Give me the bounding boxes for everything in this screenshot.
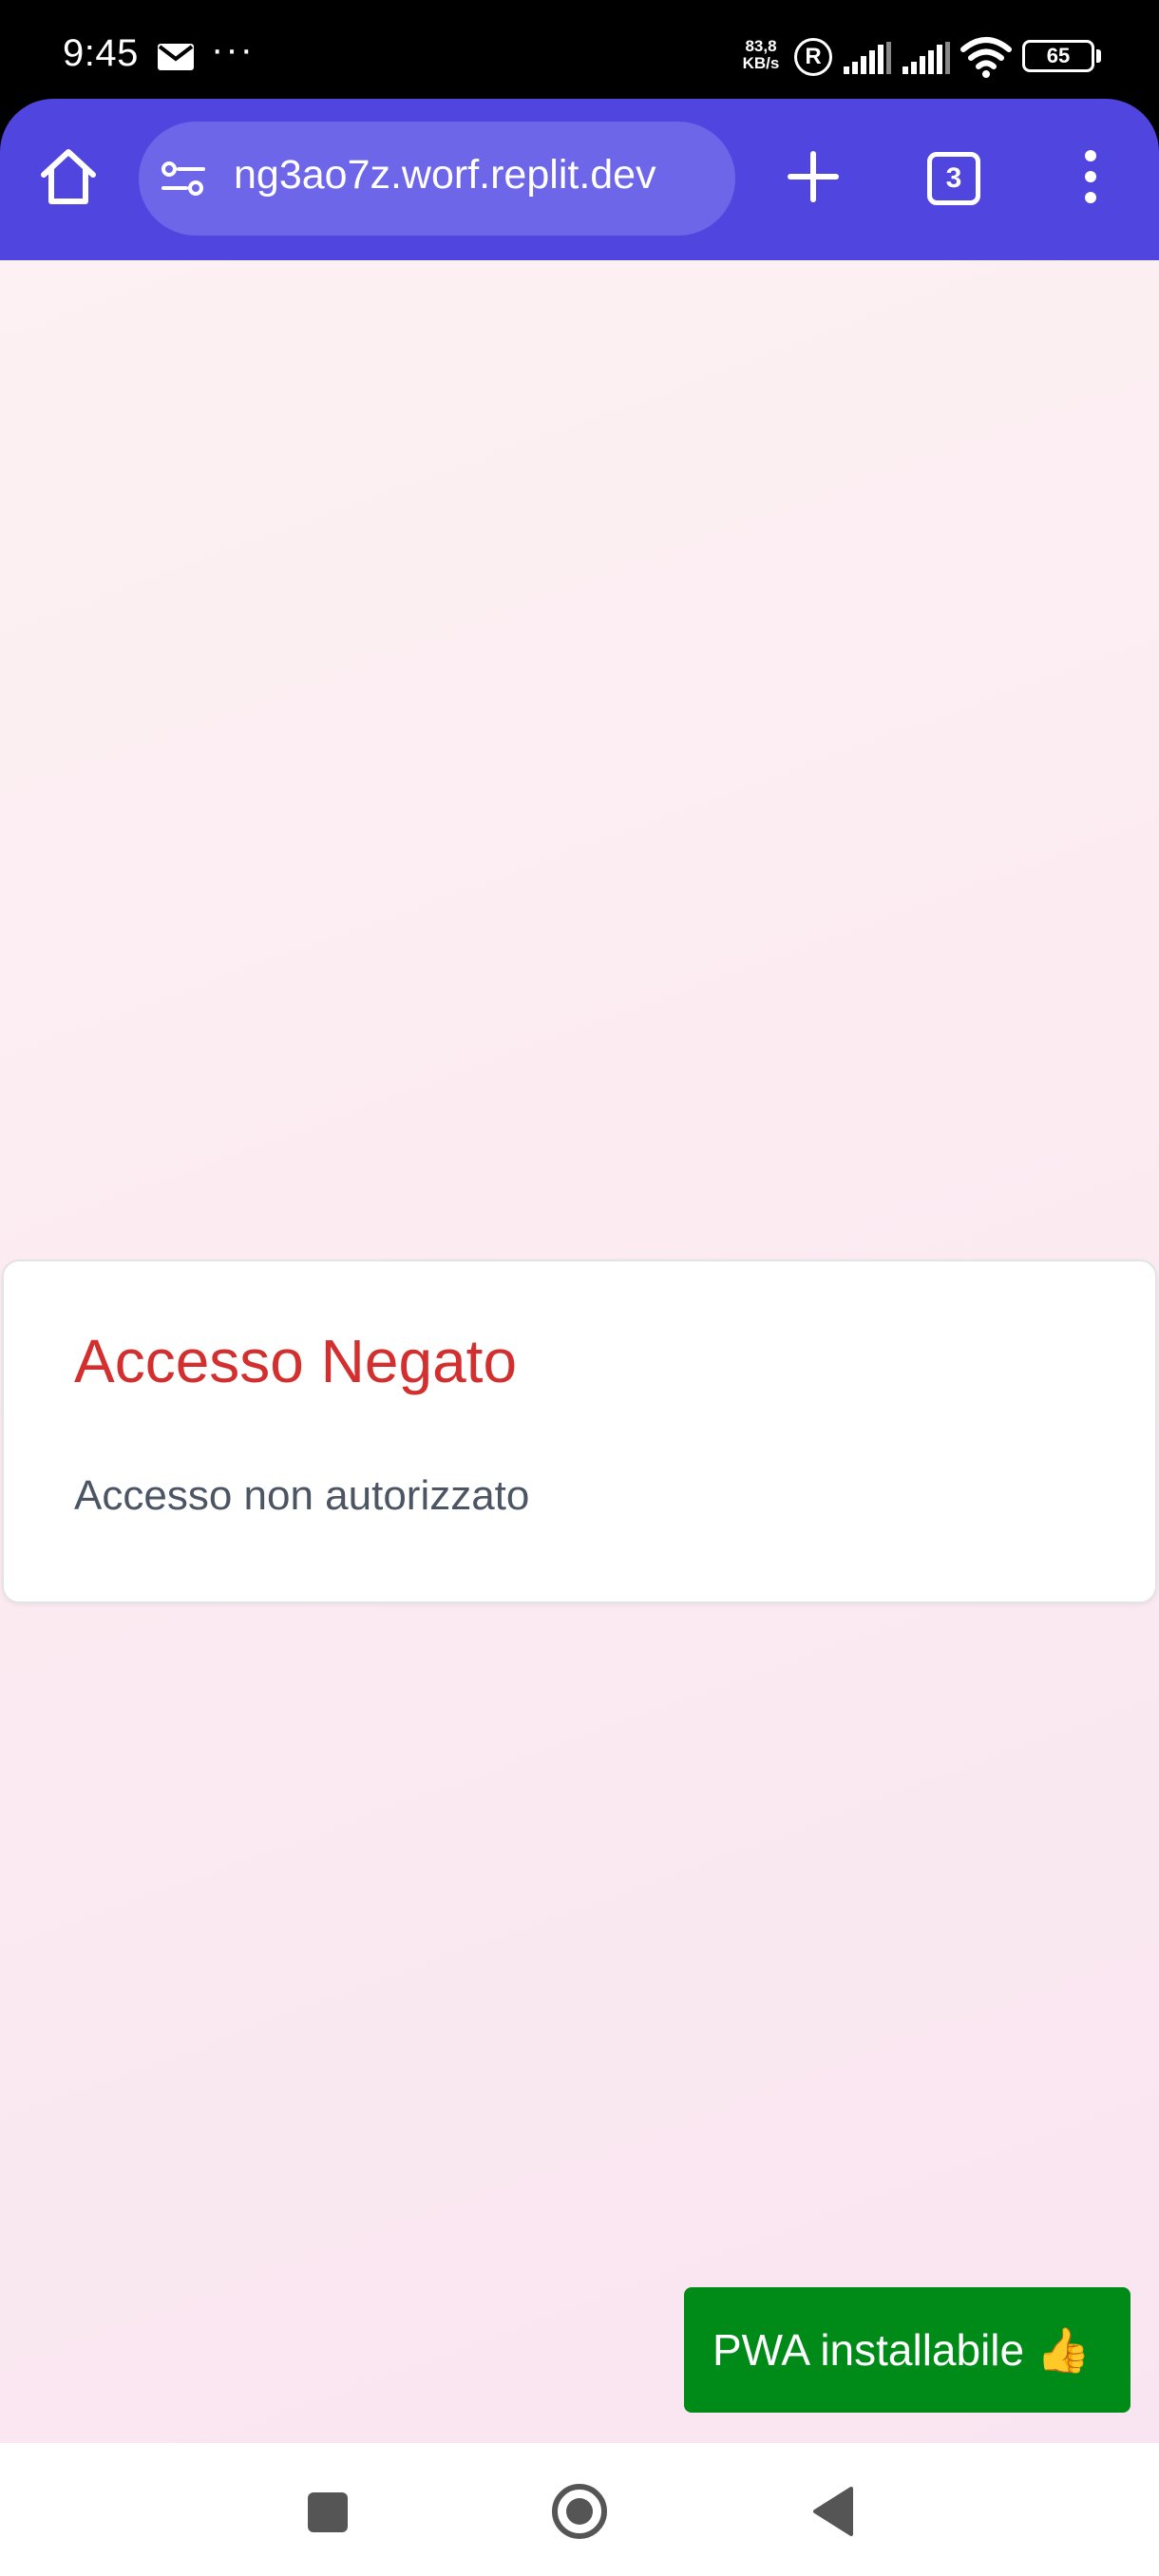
wifi-icon	[960, 37, 1012, 78]
error-message: Accesso non autorizzato	[74, 1472, 530, 1519]
error-title: Accesso Negato	[74, 1327, 518, 1395]
more-vert-icon[interactable]	[1064, 142, 1117, 211]
back-icon[interactable]	[809, 2485, 855, 2538]
home-icon[interactable]	[34, 142, 103, 211]
tab-switcher-button[interactable]: 3	[927, 152, 980, 205]
pwa-install-toast[interactable]: PWA installabile 👍	[684, 2287, 1130, 2413]
mail-icon	[158, 44, 194, 70]
status-bar: 9:45 ··· 83,8 KB/s R 65	[0, 0, 1159, 99]
plus-icon[interactable]	[779, 142, 847, 211]
tune-icon[interactable]	[160, 160, 207, 198]
system-nav-bar	[0, 2443, 1159, 2576]
network-speed-unit: KB/s	[742, 54, 780, 72]
url-bar[interactable]: ng3ao7z.worf.replit.dev	[139, 122, 735, 236]
battery-tip	[1096, 49, 1101, 63]
status-time: 9:45	[63, 32, 139, 74]
signal-icon	[844, 42, 891, 74]
battery-icon: 65	[1022, 40, 1094, 72]
network-speed: 83,8 KB/s	[737, 38, 785, 72]
recents-icon[interactable]	[308, 2492, 348, 2532]
url-text[interactable]: ng3ao7z.worf.replit.dev	[234, 152, 728, 199]
signal-icon-sim2	[902, 42, 950, 74]
error-card: Accesso Negato Accesso non autorizzato	[2, 1260, 1157, 1603]
browser-toolbar: ng3ao7z.worf.replit.dev 3	[0, 98, 1159, 260]
home-circle-icon[interactable]	[549, 2481, 610, 2542]
roaming-icon: R	[794, 38, 832, 76]
network-speed-value: 83,8	[745, 37, 777, 55]
more-notifications-icon: ···	[211, 28, 255, 70]
page-content: Accesso Negato Accesso non autorizzato P…	[0, 260, 1159, 2443]
